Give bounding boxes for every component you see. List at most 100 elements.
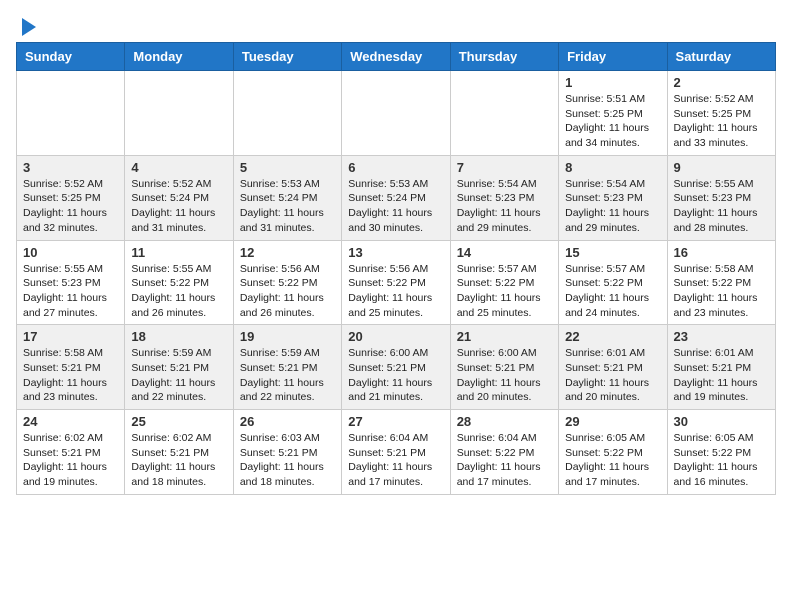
day-info: Sunrise: 6:05 AM Sunset: 5:22 PM Dayligh… [565,431,660,490]
calendar-header-row: SundayMondayTuesdayWednesdayThursdayFrid… [17,43,776,71]
day-info: Sunrise: 5:58 AM Sunset: 5:21 PM Dayligh… [23,346,118,405]
calendar-cell: 14 Sunrise: 5:57 AM Sunset: 5:22 PM Dayli… [450,240,558,325]
day-info: Sunrise: 5:58 AM Sunset: 5:22 PM Dayligh… [674,262,769,321]
calendar-cell: 7 Sunrise: 5:54 AM Sunset: 5:23 PM Daylig… [450,155,558,240]
day-number: 14 [457,245,552,260]
day-number: 25 [131,414,226,429]
day-number: 20 [348,329,443,344]
calendar-cell [17,71,125,156]
day-number: 27 [348,414,443,429]
day-info: Sunrise: 5:52 AM Sunset: 5:25 PM Dayligh… [23,177,118,236]
calendar-cell: 5 Sunrise: 5:53 AM Sunset: 5:24 PM Daylig… [233,155,341,240]
day-number: 15 [565,245,660,260]
calendar-cell: 10 Sunrise: 5:55 AM Sunset: 5:23 PM Dayli… [17,240,125,325]
day-number: 7 [457,160,552,175]
day-number: 11 [131,245,226,260]
day-number: 26 [240,414,335,429]
day-number: 5 [240,160,335,175]
day-info: Sunrise: 6:04 AM Sunset: 5:21 PM Dayligh… [348,431,443,490]
day-info: Sunrise: 5:52 AM Sunset: 5:25 PM Dayligh… [674,92,769,151]
day-info: Sunrise: 5:59 AM Sunset: 5:21 PM Dayligh… [240,346,335,405]
day-info: Sunrise: 5:59 AM Sunset: 5:21 PM Dayligh… [131,346,226,405]
logo [16,16,38,34]
weekday-header-monday: Monday [125,43,233,71]
day-number: 2 [674,75,769,90]
day-number: 28 [457,414,552,429]
day-number: 29 [565,414,660,429]
calendar-cell: 12 Sunrise: 5:56 AM Sunset: 5:22 PM Dayli… [233,240,341,325]
day-info: Sunrise: 6:00 AM Sunset: 5:21 PM Dayligh… [457,346,552,405]
calendar-cell: 17Sunrise: 5:58 AM Sunset: 5:21 PM Dayli… [17,325,125,410]
calendar-cell: 6Sunrise: 5:53 AM Sunset: 5:24 PM Daylig… [342,155,450,240]
day-info: Sunrise: 5:57 AM Sunset: 5:22 PM Dayligh… [457,262,552,321]
page-header [16,16,776,34]
day-number: 3 [23,160,118,175]
day-number: 19 [240,329,335,344]
day-info: Sunrise: 5:54 AM Sunset: 5:23 PM Dayligh… [457,177,552,236]
day-number: 13 [348,245,443,260]
day-number: 22 [565,329,660,344]
day-info: Sunrise: 6:01 AM Sunset: 5:21 PM Dayligh… [565,346,660,405]
day-info: Sunrise: 5:54 AM Sunset: 5:23 PM Dayligh… [565,177,660,236]
calendar-cell [125,71,233,156]
calendar-cell: 9Sunrise: 5:55 AM Sunset: 5:23 PM Daylig… [667,155,775,240]
calendar-cell: 27 Sunrise: 6:04 AM Sunset: 5:21 PM Dayli… [342,410,450,495]
weekday-header-friday: Friday [559,43,667,71]
calendar-cell: 28 Sunrise: 6:04 AM Sunset: 5:22 PM Dayli… [450,410,558,495]
calendar-cell [342,71,450,156]
day-number: 8 [565,160,660,175]
day-info: Sunrise: 6:02 AM Sunset: 5:21 PM Dayligh… [23,431,118,490]
logo-flag-icon [20,16,38,38]
day-info: Sunrise: 6:05 AM Sunset: 5:22 PM Dayligh… [674,431,769,490]
day-info: Sunrise: 5:53 AM Sunset: 5:24 PM Dayligh… [240,177,335,236]
calendar-cell: 26 Sunrise: 6:03 AM Sunset: 5:21 PM Dayli… [233,410,341,495]
day-info: Sunrise: 6:00 AM Sunset: 5:21 PM Dayligh… [348,346,443,405]
day-info: Sunrise: 5:56 AM Sunset: 5:22 PM Dayligh… [240,262,335,321]
calendar-cell [233,71,341,156]
weekday-header-saturday: Saturday [667,43,775,71]
day-number: 12 [240,245,335,260]
day-info: Sunrise: 5:56 AM Sunset: 5:22 PM Dayligh… [348,262,443,321]
calendar-cell: 2 Sunrise: 5:52 AM Sunset: 5:25 PM Daylig… [667,71,775,156]
calendar-week-2: 3 Sunrise: 5:52 AM Sunset: 5:25 PM Daylig… [17,155,776,240]
calendar-cell: 13 Sunrise: 5:56 AM Sunset: 5:22 PM Dayli… [342,240,450,325]
day-number: 24 [23,414,118,429]
calendar-cell: 15 Sunrise: 5:57 AM Sunset: 5:22 PM Dayli… [559,240,667,325]
day-number: 21 [457,329,552,344]
day-number: 18 [131,329,226,344]
calendar-week-3: 10 Sunrise: 5:55 AM Sunset: 5:23 PM Dayli… [17,240,776,325]
day-number: 23 [674,329,769,344]
calendar-week-5: 24 Sunrise: 6:02 AM Sunset: 5:21 PM Dayli… [17,410,776,495]
calendar-week-4: 17Sunrise: 5:58 AM Sunset: 5:21 PM Dayli… [17,325,776,410]
calendar-cell: 4 Sunrise: 5:52 AM Sunset: 5:24 PM Daylig… [125,155,233,240]
day-number: 1 [565,75,660,90]
day-number: 4 [131,160,226,175]
day-info: Sunrise: 5:51 AM Sunset: 5:25 PM Dayligh… [565,92,660,151]
calendar-cell: 23 Sunrise: 6:01 AM Sunset: 5:21 PM Dayli… [667,325,775,410]
day-number: 30 [674,414,769,429]
calendar-cell: 3 Sunrise: 5:52 AM Sunset: 5:25 PM Daylig… [17,155,125,240]
day-number: 10 [23,245,118,260]
calendar-cell: 8 Sunrise: 5:54 AM Sunset: 5:23 PM Daylig… [559,155,667,240]
calendar-cell: 30 Sunrise: 6:05 AM Sunset: 5:22 PM Dayli… [667,410,775,495]
day-number: 6 [348,160,443,175]
calendar-cell: 20 Sunrise: 6:00 AM Sunset: 5:21 PM Dayli… [342,325,450,410]
day-info: Sunrise: 5:57 AM Sunset: 5:22 PM Dayligh… [565,262,660,321]
day-info: Sunrise: 5:55 AM Sunset: 5:23 PM Dayligh… [23,262,118,321]
day-info: Sunrise: 6:01 AM Sunset: 5:21 PM Dayligh… [674,346,769,405]
weekday-header-wednesday: Wednesday [342,43,450,71]
calendar-cell: 29 Sunrise: 6:05 AM Sunset: 5:22 PM Dayli… [559,410,667,495]
calendar-week-1: 1 Sunrise: 5:51 AM Sunset: 5:25 PM Daylig… [17,71,776,156]
calendar-cell: 16 Sunrise: 5:58 AM Sunset: 5:22 PM Dayli… [667,240,775,325]
day-info: Sunrise: 6:03 AM Sunset: 5:21 PM Dayligh… [240,431,335,490]
day-number: 9 [674,160,769,175]
day-info: Sunrise: 5:52 AM Sunset: 5:24 PM Dayligh… [131,177,226,236]
weekday-header-tuesday: Tuesday [233,43,341,71]
day-info: Sunrise: 6:02 AM Sunset: 5:21 PM Dayligh… [131,431,226,490]
day-info: Sunrise: 6:04 AM Sunset: 5:22 PM Dayligh… [457,431,552,490]
weekday-header-sunday: Sunday [17,43,125,71]
day-number: 16 [674,245,769,260]
calendar-cell: 22 Sunrise: 6:01 AM Sunset: 5:21 PM Dayli… [559,325,667,410]
calendar-cell: 11Sunrise: 5:55 AM Sunset: 5:22 PM Dayli… [125,240,233,325]
calendar-cell: 24 Sunrise: 6:02 AM Sunset: 5:21 PM Dayli… [17,410,125,495]
